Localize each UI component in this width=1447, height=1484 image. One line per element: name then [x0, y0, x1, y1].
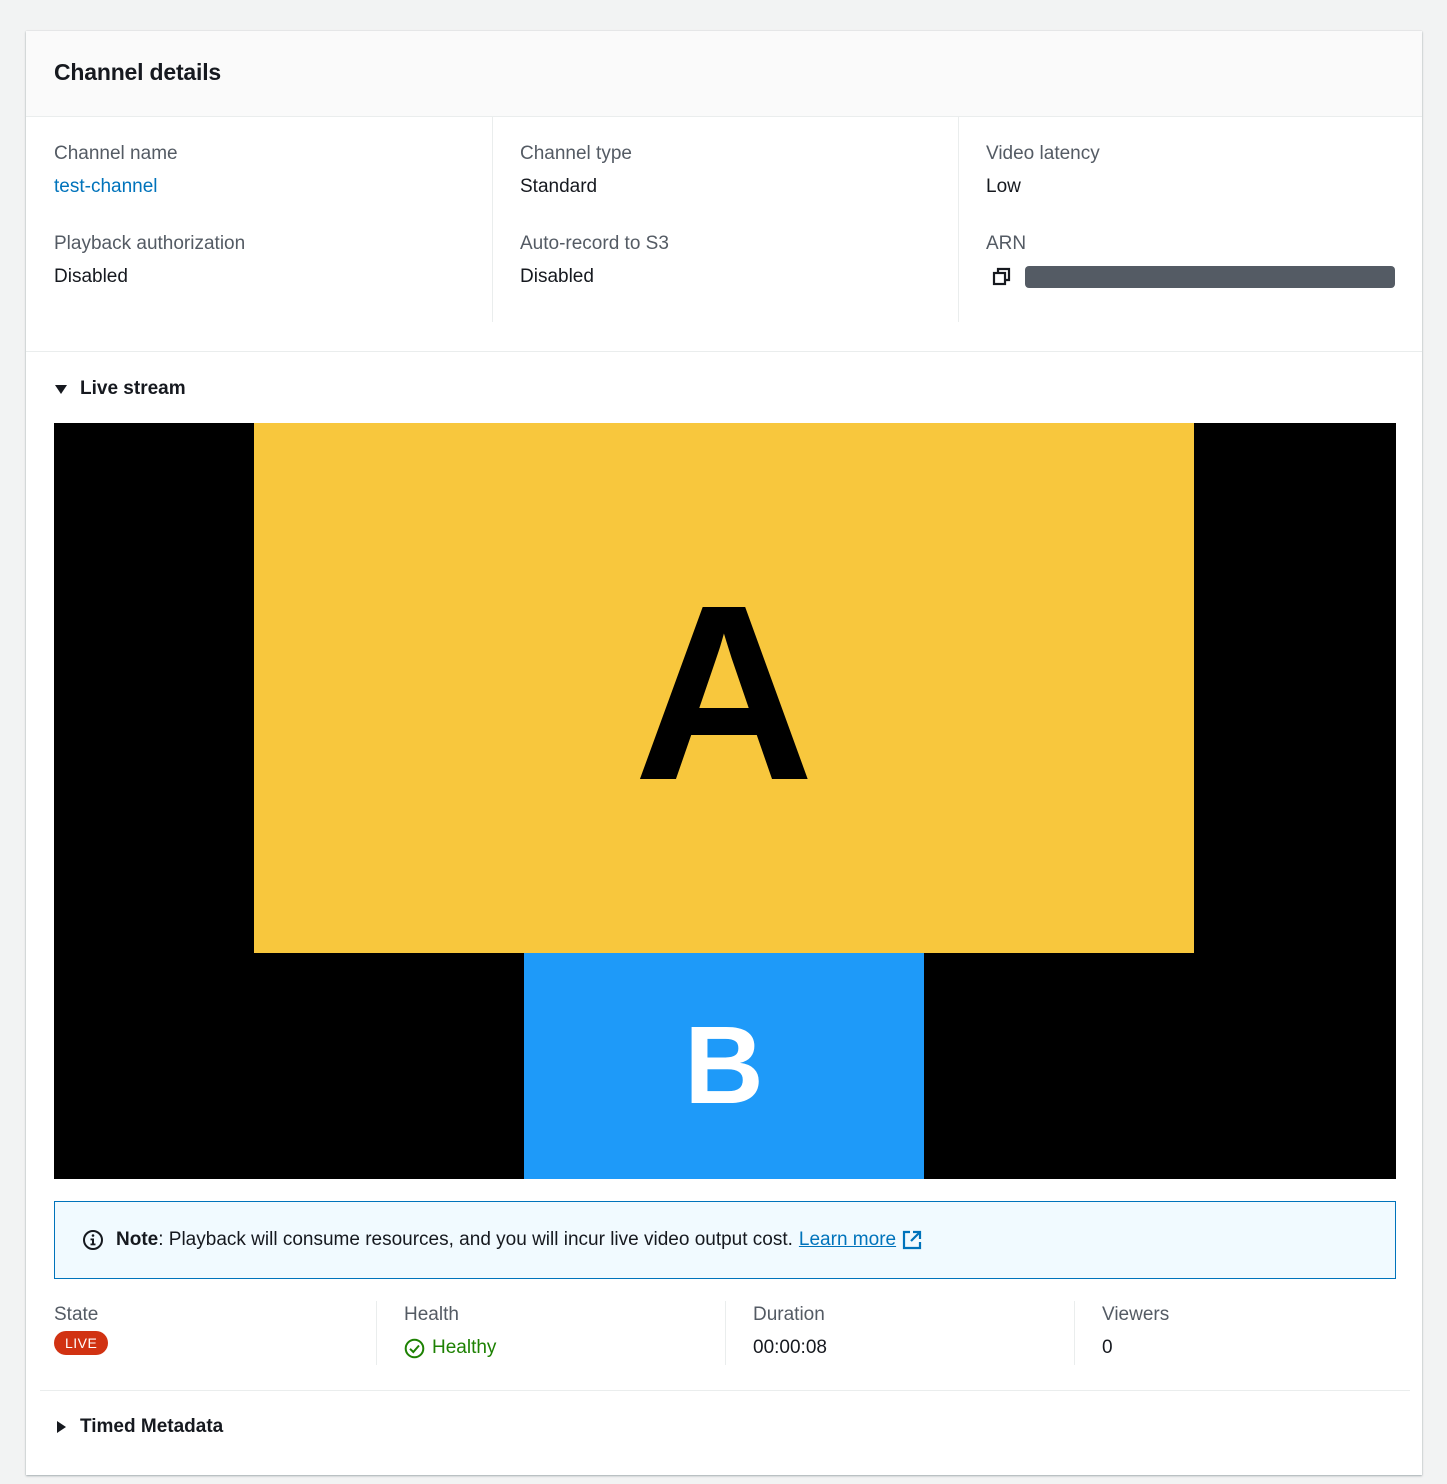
live-stream-label: Live stream: [80, 378, 186, 399]
tile-b-letter: B: [684, 1004, 764, 1127]
details-column-2: Channel type Standard Auto-record to S3 …: [492, 117, 959, 322]
details-column-3: Video latency Low ARN: [958, 117, 1395, 322]
duration-stat: Duration 00:00:08: [725, 1301, 1101, 1365]
video-latency-field: Video latency Low: [959, 142, 1395, 199]
viewers-label: Viewers: [1102, 1304, 1170, 1325]
channel-details-grid: Channel name test-channel Playback autho…: [26, 117, 1422, 352]
panel-title: Channel details: [54, 59, 221, 85]
arn-row: [986, 265, 1395, 289]
auto-record-field: Auto-record to S3 Disabled: [493, 232, 959, 289]
playback-cost-note: Note : Playback will consume resources, …: [54, 1201, 1396, 1279]
health-stat: Health Healthy: [376, 1301, 752, 1365]
viewers-stat: Viewers 0: [1074, 1301, 1402, 1365]
caret-down-icon: [54, 382, 68, 396]
health-label: Health: [404, 1304, 459, 1325]
learn-more-link[interactable]: Learn more: [799, 1229, 896, 1251]
status-positive-icon: [404, 1338, 425, 1359]
stream-stats: State LIVE Health Healthy Duration 00:00…: [54, 1301, 1396, 1365]
timed-metadata-toggle[interactable]: Timed Metadata: [54, 1416, 223, 1438]
playback-authorization-label: Playback authorization: [54, 233, 246, 254]
details-column-1: Channel name test-channel Playback autho…: [54, 117, 490, 322]
video-latency-value: Low: [986, 176, 1021, 197]
live-status-badge: LIVE: [54, 1331, 109, 1355]
arn-label: ARN: [986, 233, 1027, 254]
caret-right-icon: [54, 1420, 68, 1434]
channel-type-field: Channel type Standard: [493, 142, 959, 199]
live-video-player[interactable]: A B: [54, 423, 1396, 1179]
duration-value: 00:00:08: [753, 1337, 827, 1358]
channel-type-label: Channel type: [520, 143, 632, 164]
video-latency-label: Video latency: [986, 143, 1100, 164]
state-stat: State LIVE: [54, 1301, 374, 1365]
tile-a-letter: A: [633, 553, 815, 832]
playback-authorization-field: Playback authorization Disabled: [54, 232, 490, 289]
channel-name-field: Channel name test-channel: [54, 142, 490, 199]
video-tile-b: B: [524, 953, 924, 1179]
duration-label: Duration: [753, 1304, 825, 1325]
live-stream-toggle[interactable]: Live stream: [54, 378, 186, 400]
arn-value-redacted: [1025, 266, 1395, 288]
playback-authorization-value: Disabled: [54, 266, 128, 287]
copy-icon[interactable]: [991, 266, 1013, 288]
note-title: Note: [116, 1229, 159, 1250]
note-text: : Playback will consume resources, and y…: [158, 1229, 793, 1250]
state-label: State: [54, 1304, 99, 1325]
arn-field: ARN: [959, 232, 1395, 289]
channel-name-label: Channel name: [54, 143, 178, 164]
health-value: Healthy: [404, 1336, 752, 1360]
auto-record-label: Auto-record to S3: [520, 233, 669, 254]
auto-record-value: Disabled: [520, 266, 594, 287]
section-divider: [40, 1390, 1410, 1391]
health-text: Healthy: [432, 1337, 497, 1358]
viewers-value: 0: [1102, 1337, 1113, 1358]
video-tile-a: A: [254, 423, 1194, 953]
channel-details-panel: Channel details Channel name test-channe…: [26, 31, 1422, 1475]
panel-header: Channel details: [26, 31, 1422, 117]
channel-name-link[interactable]: test-channel: [54, 175, 490, 199]
info-icon: [82, 1229, 104, 1251]
external-link-icon[interactable]: [902, 1230, 922, 1250]
channel-type-value: Standard: [520, 176, 598, 197]
timed-metadata-label: Timed Metadata: [80, 1416, 224, 1437]
